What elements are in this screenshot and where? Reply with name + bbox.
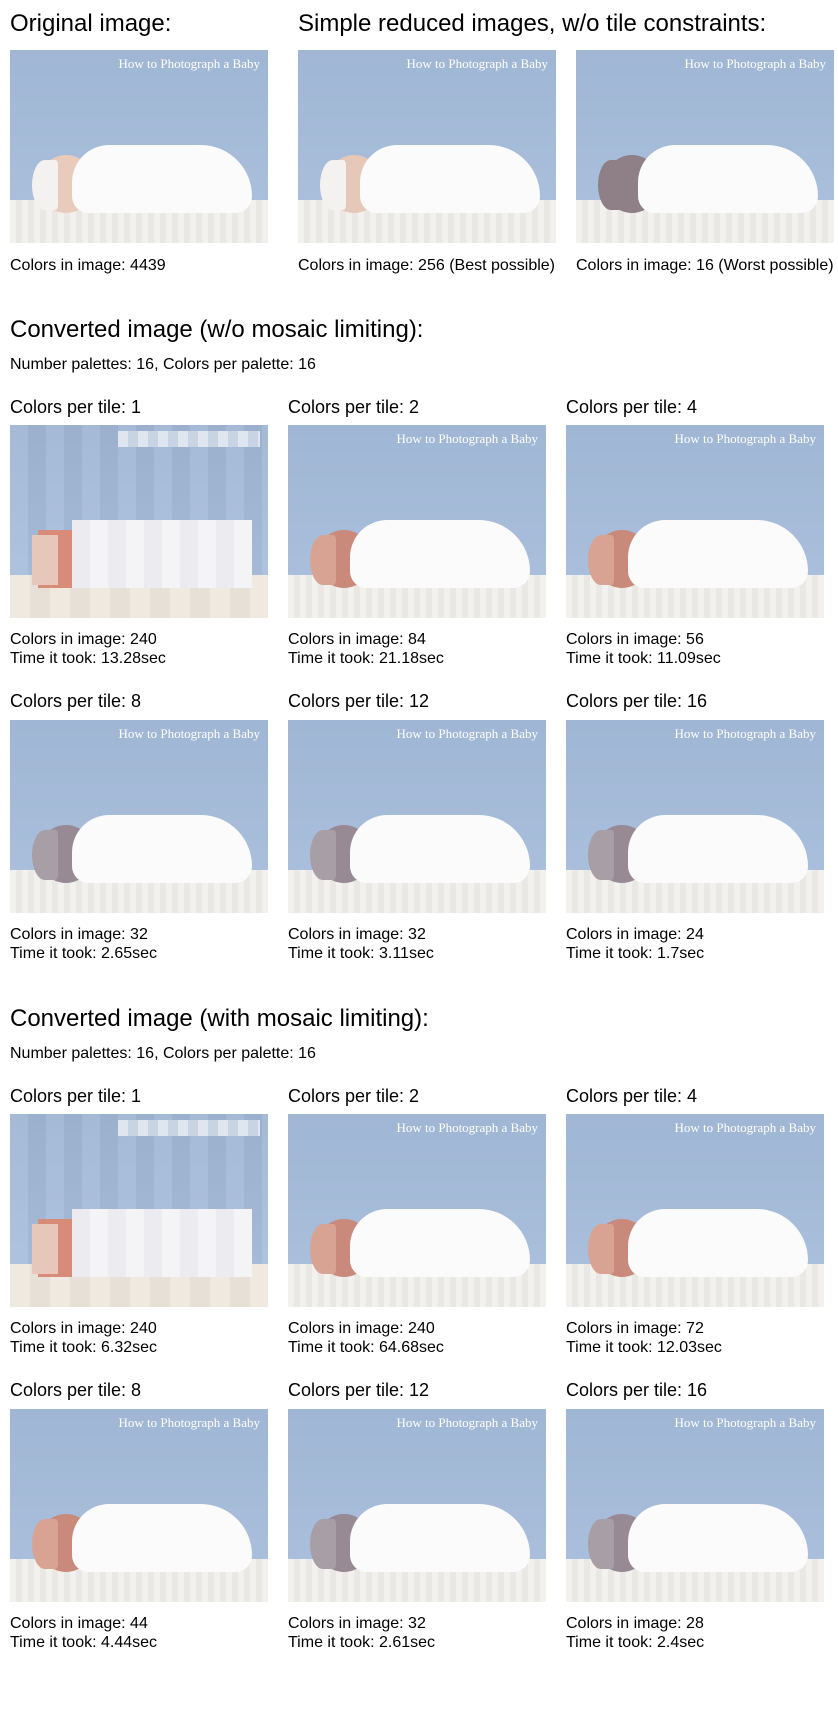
watermark: How to Photograph a Baby xyxy=(118,1120,260,1136)
watermark: How to Photograph a Baby xyxy=(674,1415,816,1430)
colors-count: Colors in image: 44 xyxy=(10,1615,148,1632)
tile-label: Colors per tile: 12 xyxy=(288,691,430,711)
converted-photo: How to Photograph a Baby xyxy=(288,425,546,618)
result-caption: Colors in image: 72 Time it took: 12.03s… xyxy=(566,1319,722,1357)
time-taken: Time it took: 13.28sec xyxy=(10,650,166,667)
colors-count: Colors in image: 72 xyxy=(566,1320,704,1337)
converted-photo: How to Photograph a Baby xyxy=(288,1409,546,1602)
watermark: How to Photograph a Baby xyxy=(674,726,816,741)
watermark: How to Photograph a Baby xyxy=(406,56,548,71)
section-subtitle: Number palettes: 16, Colors per palette:… xyxy=(10,1045,316,1062)
tile-label: Colors per tile: 16 xyxy=(566,691,708,711)
colors-count: Colors in image: 24 xyxy=(566,926,704,943)
colors-count: Colors in image: 28 xyxy=(566,1615,704,1632)
tile-label: Colors per tile: 2 xyxy=(288,1086,420,1106)
colors-count: Colors in image: 240 xyxy=(10,1320,157,1337)
colors-count: Colors in image: 32 xyxy=(10,926,148,943)
tile-label: Colors per tile: 12 xyxy=(288,1380,430,1400)
result-caption: Colors in image: 240 Time it took: 6.32s… xyxy=(10,1319,157,1357)
converted-photo: How to Photograph a Baby xyxy=(10,425,268,618)
watermark: How to Photograph a Baby xyxy=(684,56,826,71)
section-subtitle: Number palettes: 16, Colors per palette:… xyxy=(10,356,316,373)
result-caption: Colors in image: 32 Time it took: 2.65se… xyxy=(10,925,157,963)
original-caption: Colors in image: 4439 xyxy=(10,257,166,274)
converted-photo: How to Photograph a Baby xyxy=(10,1409,268,1602)
colors-count: Colors in image: 240 xyxy=(288,1320,435,1337)
converted-photo: How to Photograph a Baby xyxy=(10,1114,268,1307)
colors-count: Colors in image: 32 xyxy=(288,1615,426,1632)
colors-count: Colors in image: 56 xyxy=(566,631,704,648)
time-taken: Time it took: 11.09sec xyxy=(566,650,721,667)
time-taken: Time it took: 12.03sec xyxy=(566,1339,722,1356)
section-title: Converted image (with mosaic limiting): xyxy=(10,1005,429,1032)
converted-photo: How to Photograph a Baby xyxy=(566,720,824,913)
reduced-16-caption: Colors in image: 16 (Worst possible) xyxy=(576,257,834,274)
tile-label: Colors per tile: 1 xyxy=(10,397,142,417)
tile-label: Colors per tile: 4 xyxy=(566,1086,698,1106)
original-title: Original image: xyxy=(10,10,172,37)
watermark: How to Photograph a Baby xyxy=(118,1415,260,1430)
result-caption: Colors in image: 240 Time it took: 13.28… xyxy=(10,630,166,668)
time-taken: Time it took: 1.7sec xyxy=(566,945,705,962)
tile-label: Colors per tile: 2 xyxy=(288,397,420,417)
tile-label: Colors per tile: 8 xyxy=(10,691,142,711)
result-caption: Colors in image: 44 Time it took: 4.44se… xyxy=(10,1614,157,1652)
result-caption: Colors in image: 28 Time it took: 2.4sec xyxy=(566,1614,704,1652)
result-caption: Colors in image: 56 Time it took: 11.09s… xyxy=(566,630,721,668)
section-title: Converted image (w/o mosaic limiting): xyxy=(10,316,424,343)
watermark: How to Photograph a Baby xyxy=(118,431,260,447)
converted-photo: How to Photograph a Baby xyxy=(10,720,268,913)
reduced-256-photo: How to Photograph a Baby xyxy=(298,50,556,243)
time-taken: Time it took: 21.18sec xyxy=(288,650,444,667)
time-taken: Time it took: 2.4sec xyxy=(566,1634,705,1651)
result-caption: Colors in image: 24 Time it took: 1.7sec xyxy=(566,925,704,963)
colors-count: Colors in image: 32 xyxy=(288,926,426,943)
converted-photo: How to Photograph a Baby xyxy=(288,720,546,913)
time-taken: Time it took: 2.61sec xyxy=(288,1634,436,1651)
colors-count: Colors in image: 84 xyxy=(288,631,426,648)
converted-photo: How to Photograph a Baby xyxy=(566,425,824,618)
reduced-16-photo: How to Photograph a Baby xyxy=(576,50,834,243)
watermark: How to Photograph a Baby xyxy=(396,726,538,741)
simple-reduced-title: Simple reduced images, w/o tile constrai… xyxy=(298,10,767,37)
converted-photo: How to Photograph a Baby xyxy=(288,1114,546,1307)
watermark: How to Photograph a Baby xyxy=(118,726,260,741)
time-taken: Time it took: 4.44sec xyxy=(10,1634,158,1651)
result-caption: Colors in image: 84 Time it took: 21.18s… xyxy=(288,630,444,668)
colors-count: Colors in image: 240 xyxy=(10,631,157,648)
result-caption: Colors in image: 240 Time it took: 64.68… xyxy=(288,1319,444,1357)
tile-label: Colors per tile: 4 xyxy=(566,397,698,417)
watermark: How to Photograph a Baby xyxy=(396,1120,538,1135)
original-photo: How to Photograph a Baby xyxy=(10,50,268,243)
watermark: How to Photograph a Baby xyxy=(674,431,816,446)
result-caption: Colors in image: 32 Time it took: 2.61se… xyxy=(288,1614,435,1652)
time-taken: Time it took: 3.11sec xyxy=(288,945,434,962)
watermark: How to Photograph a Baby xyxy=(396,431,538,446)
converted-photo: How to Photograph a Baby xyxy=(566,1409,824,1602)
watermark: How to Photograph a Baby xyxy=(396,1415,538,1430)
time-taken: Time it took: 6.32sec xyxy=(10,1339,158,1356)
reduced-256-caption: Colors in image: 256 (Best possible) xyxy=(298,257,556,274)
time-taken: Time it took: 2.65sec xyxy=(10,945,158,962)
watermark: How to Photograph a Baby xyxy=(674,1120,816,1135)
tile-label: Colors per tile: 1 xyxy=(10,1086,142,1106)
tile-label: Colors per tile: 16 xyxy=(566,1380,708,1400)
tile-label: Colors per tile: 8 xyxy=(10,1380,142,1400)
converted-photo: How to Photograph a Baby xyxy=(566,1114,824,1307)
watermark: How to Photograph a Baby xyxy=(118,56,260,71)
result-caption: Colors in image: 32 Time it took: 3.11se… xyxy=(288,925,434,963)
time-taken: Time it took: 64.68sec xyxy=(288,1339,444,1356)
